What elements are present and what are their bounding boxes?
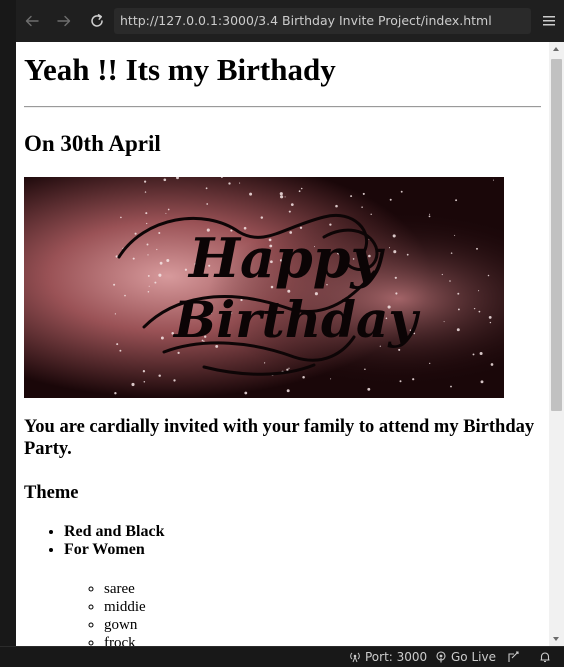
list-item: Red and Black [64, 523, 164, 541]
forward-arrow-icon [57, 15, 71, 27]
go-live-icon [436, 651, 446, 663]
list-item: frock [104, 634, 146, 646]
browser-window: http://127.0.0.1:3000/3.4 Birthday Invit… [0, 0, 564, 667]
women-outfit-list: saree middie gown frock [24, 580, 146, 646]
scroll-thumb[interactable] [551, 59, 562, 411]
reload-button[interactable] [85, 9, 109, 33]
invitation-text: You are cardially invited with your fami… [24, 417, 535, 459]
list-item: middie [104, 598, 146, 616]
banner-text-birthday: Birthday [172, 290, 420, 349]
broadcast-icon [350, 652, 360, 663]
port-label: Port: 3000 [365, 650, 428, 664]
list-item: saree [104, 580, 146, 598]
bell-icon [540, 652, 550, 663]
vertical-scrollbar[interactable] [549, 42, 564, 646]
go-live-button[interactable]: Go Live [435, 647, 496, 667]
back-button[interactable] [20, 9, 44, 33]
back-arrow-icon [25, 15, 39, 27]
status-bar: Port: 3000 Go Live [0, 646, 564, 667]
notifications-button[interactable] [539, 647, 555, 667]
menu-button[interactable] [538, 10, 560, 32]
page-viewport: Yeah !! Its my Birthady On 30th April Ha… [16, 42, 549, 646]
divider [24, 106, 541, 108]
feedback-button[interactable] [507, 647, 525, 667]
forward-button[interactable] [52, 9, 76, 33]
banner-text-happy: Happy [187, 226, 386, 290]
editor-gutter [0, 0, 17, 667]
feedback-icon [508, 651, 519, 662]
browser-toolbar: http://127.0.0.1:3000/3.4 Birthday Invit… [16, 0, 564, 42]
scroll-up-arrow-icon[interactable] [553, 47, 559, 51]
reload-icon [91, 14, 103, 27]
page-title: Yeah !! Its my Birthady [24, 52, 336, 87]
birthday-banner-image: Happy Birthday [24, 177, 504, 398]
hamburger-menu-icon [543, 16, 555, 26]
list-item: gown [104, 616, 146, 634]
theme-list: Red and Black For Women [24, 523, 164, 559]
scroll-down-arrow-icon[interactable] [553, 637, 559, 641]
port-status[interactable]: Port: 3000 [349, 647, 427, 667]
theme-heading: Theme [24, 483, 79, 503]
address-bar[interactable]: http://127.0.0.1:3000/3.4 Birthday Invit… [114, 8, 531, 34]
list-item: For Women [64, 541, 164, 559]
date-heading: On 30th April [24, 131, 161, 156]
go-live-label: Go Live [451, 650, 496, 664]
